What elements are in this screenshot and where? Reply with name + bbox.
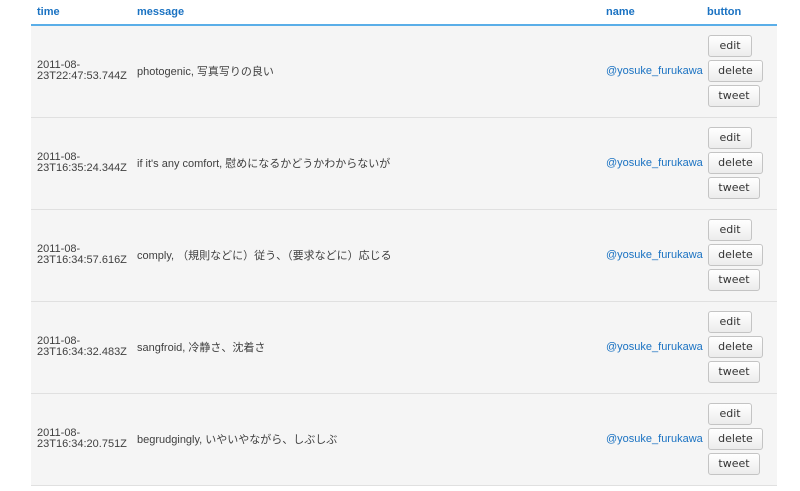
column-header-time: time [31, 0, 131, 26]
button-cell: edit delete tweet [701, 117, 777, 210]
button-cell: edit delete tweet [701, 301, 777, 394]
time-clock: 23T22:47:53.744Z [37, 70, 127, 83]
tweet-button[interactable]: tweet [708, 269, 760, 291]
table-row: 2011-08- 23T16:35:24.344Z if it's any com… [31, 117, 777, 210]
edit-button[interactable]: edit [708, 35, 752, 58]
time-cell: 2011-08- 23T16:34:57.616Z [31, 209, 131, 302]
user-link[interactable]: @yosuke_furukawa [606, 433, 703, 445]
user-link[interactable]: @yosuke_furukawa [606, 341, 703, 353]
header-row: time message name button [31, 0, 777, 26]
table-row: 2011-08- 23T16:34:57.616Z comply, （規則などに）… [31, 209, 777, 302]
tweet-button[interactable]: tweet [708, 453, 760, 475]
name-cell: @yosuke_furukawa [600, 393, 703, 486]
message-cell: if it's any comfort, 慰めになるかどうかわからないが [131, 117, 600, 210]
table-row: 2011-08- 23T16:34:20.751Z begrudgingly, い… [31, 393, 777, 486]
name-cell: @yosuke_furukawa [600, 117, 703, 210]
name-cell: @yosuke_furukawa [600, 301, 703, 394]
user-link[interactable]: @yosuke_furukawa [606, 65, 703, 77]
row-actions: edit delete tweet [707, 127, 777, 199]
time-cell: 2011-08- 23T16:34:20.751Z [31, 393, 131, 486]
name-cell: @yosuke_furukawa [600, 209, 703, 302]
delete-button[interactable]: delete [708, 428, 763, 450]
user-link[interactable]: @yosuke_furukawa [606, 249, 703, 261]
message-cell: comply, （規則などに）従う、（要求などに）応じる [131, 209, 600, 302]
message-cell: photogenic, 写真写りの良い [131, 25, 600, 118]
message-cell: begrudgingly, いやいやながら、しぶしぶ [131, 393, 600, 486]
user-link[interactable]: @yosuke_furukawa [606, 157, 703, 169]
button-cell: edit delete tweet [701, 209, 777, 302]
row-actions: edit delete tweet [707, 219, 777, 291]
message-cell: sangfroid, 冷静さ、沈着さ [131, 301, 600, 394]
tweet-button[interactable]: tweet [708, 361, 760, 383]
row-actions: edit delete tweet [707, 311, 777, 383]
time-cell: 2011-08- 23T22:47:53.744Z [31, 25, 131, 118]
delete-button[interactable]: delete [708, 244, 763, 266]
time-clock: 23T16:34:57.616Z [37, 254, 127, 266]
row-actions: edit delete tweet [707, 35, 777, 108]
column-header-name: name [600, 0, 701, 26]
table-row: 2011-08- 23T16:34:32.483Z sangfroid, 冷静さ、… [31, 301, 777, 394]
time-clock: 23T16:34:20.751Z [37, 438, 127, 450]
button-cell: edit delete tweet [701, 393, 777, 486]
time-clock: 23T16:35:24.344Z [37, 162, 127, 174]
name-cell: @yosuke_furukawa [600, 25, 703, 118]
edit-button[interactable]: edit [708, 127, 752, 149]
column-header-message: message [131, 0, 600, 26]
time-clock: 23T16:34:32.483Z [37, 346, 127, 358]
table-body: 2011-08- 23T22:47:53.744Z photogenic, 写真写… [31, 25, 777, 486]
edit-button[interactable]: edit [708, 219, 752, 241]
delete-button[interactable]: delete [708, 152, 763, 174]
row-actions: edit delete tweet [707, 403, 777, 475]
edit-button[interactable]: edit [708, 311, 752, 333]
time-cell: 2011-08- 23T16:34:32.483Z [31, 301, 131, 394]
edit-button[interactable]: edit [708, 403, 752, 425]
table-header: time message name button [31, 0, 777, 26]
delete-button[interactable]: delete [708, 336, 763, 358]
delete-button[interactable]: delete [708, 60, 763, 83]
tweet-button[interactable]: tweet [708, 177, 760, 199]
button-cell: edit delete tweet [701, 25, 777, 118]
tweets-table: time message name button 2011-08- 23T22:4… [31, 0, 777, 486]
tweet-button[interactable]: tweet [708, 85, 760, 108]
time-cell: 2011-08- 23T16:35:24.344Z [31, 117, 131, 210]
table-row: 2011-08- 23T22:47:53.744Z photogenic, 写真写… [31, 25, 777, 118]
column-header-button: button [701, 0, 777, 26]
